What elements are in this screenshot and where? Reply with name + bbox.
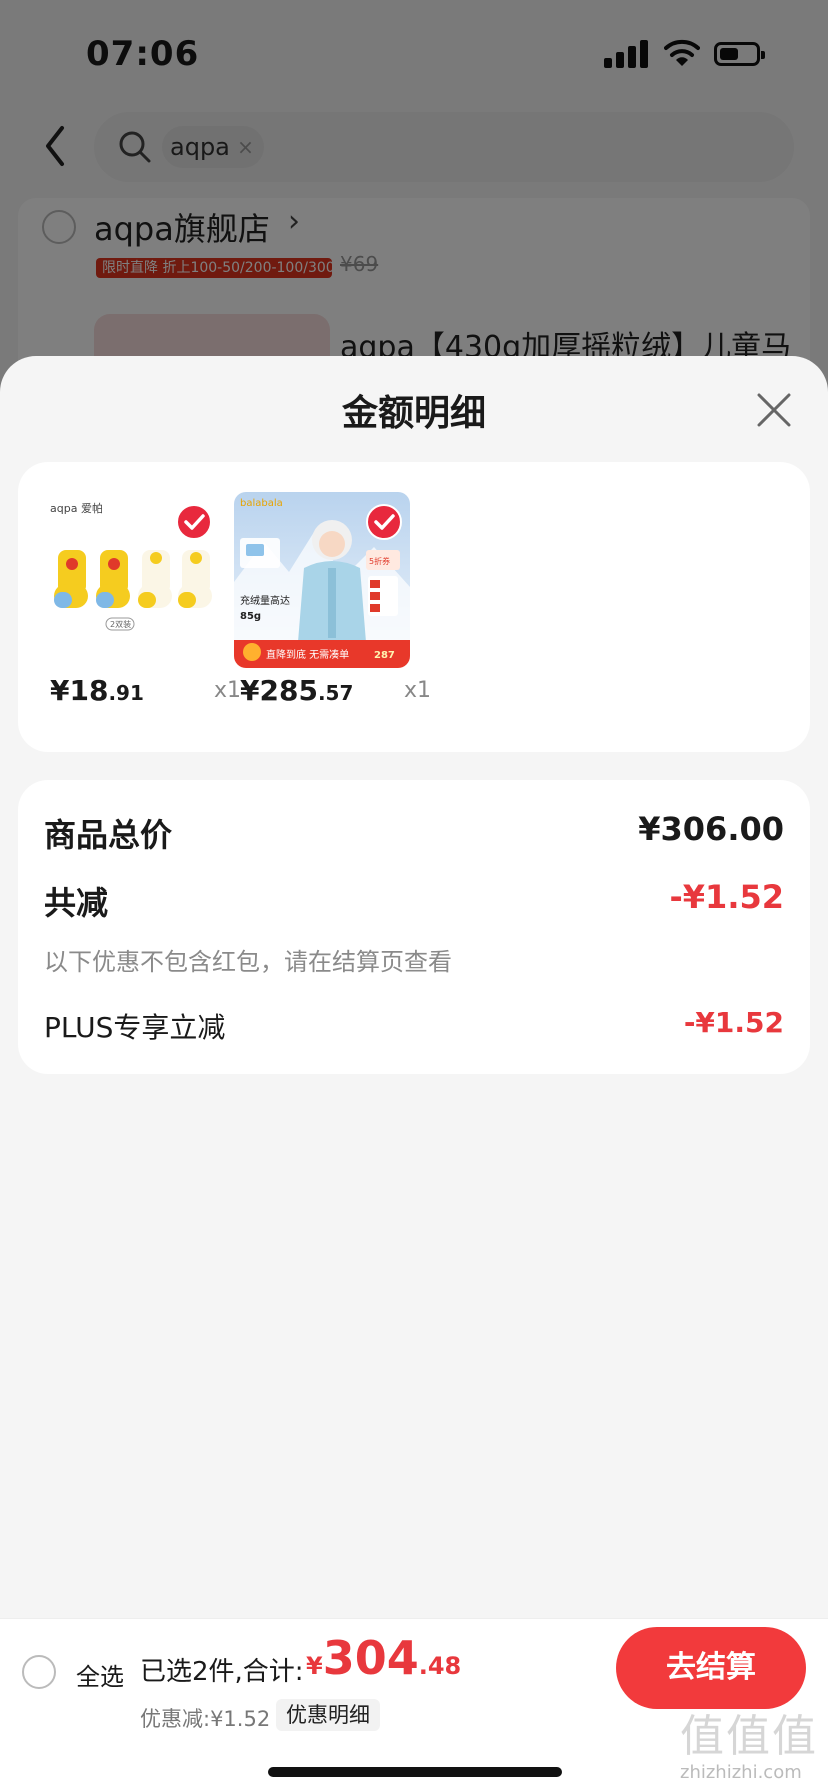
price-symbol: ¥ bbox=[50, 674, 70, 707]
total-integer: 304 bbox=[322, 1631, 419, 1685]
watermark-glyphs: 值值值 bbox=[680, 1711, 818, 1762]
price-integer: 18 bbox=[69, 674, 109, 707]
item-socks[interactable]: aqpa 爱帕 2双装 ¥18.91 x1 bbox=[44, 492, 241, 722]
image-weight: 85g bbox=[240, 611, 261, 622]
item-price: ¥285.57 bbox=[240, 674, 353, 707]
checkout-button[interactable]: 去结算 bbox=[616, 1627, 806, 1709]
select-all-radio[interactable] bbox=[22, 1655, 56, 1689]
total-decimal: .48 bbox=[418, 1652, 462, 1680]
image-price: 287 bbox=[374, 650, 395, 661]
items-card: aqpa 爱帕 2双装 ¥18.91 x1 balabala 充绒量高达 85g… bbox=[18, 462, 810, 752]
select-all-label[interactable]: 全选 bbox=[76, 1657, 124, 1692]
image-banner: 直降到底 无需凑单 bbox=[266, 648, 349, 661]
price-integer: 285 bbox=[259, 674, 318, 707]
sheet-title: 金额明细 bbox=[341, 393, 486, 434]
item-selected-check-icon[interactable] bbox=[176, 504, 212, 540]
discount-badge: 5折券 bbox=[366, 550, 400, 616]
item-price: ¥18.91 bbox=[50, 674, 144, 707]
modal-overlay[interactable] bbox=[0, 0, 828, 380]
total-price-label: 商品总价 bbox=[44, 816, 173, 854]
image-brand-text: balabala bbox=[240, 498, 283, 509]
reduction-value: -¥1.52 bbox=[669, 878, 785, 916]
reduction-note: 以下优惠不包含红包，请在结算页查看 bbox=[44, 948, 452, 976]
total-price-value: ¥306.00 bbox=[638, 810, 784, 848]
sock-yellow-1 bbox=[54, 550, 88, 608]
image-pack-tag: 2双装 bbox=[110, 619, 131, 629]
discount-summary: 优惠减:¥1.52 bbox=[140, 1707, 271, 1731]
discount-detail-button[interactable]: 优惠明细 bbox=[276, 1699, 380, 1731]
price-symbol: ¥ bbox=[240, 674, 260, 707]
image-brand-text: aqpa 爱帕 bbox=[50, 501, 103, 515]
selected-count-text: 已选2件,合计: bbox=[140, 1657, 304, 1687]
image-caption: 充绒量高达 bbox=[240, 594, 290, 607]
item-down-jacket[interactable]: balabala 充绒量高达 85g 5折券 直降到底 无需凑单 287 ¥28… bbox=[234, 492, 431, 722]
price-decimal: .91 bbox=[108, 681, 144, 705]
price-summary-card: 商品总价 ¥306.00 共减 -¥1.52 以下优惠不包含红包，请在结算页查看… bbox=[18, 780, 810, 1074]
price-decimal: .57 bbox=[317, 681, 354, 705]
reduction-label: 共减 bbox=[44, 884, 109, 922]
amount-detail-sheet: 金额明细 aqpa 爱帕 2双装 ¥18.91 x1 balabala 充绒量高… bbox=[0, 356, 828, 1792]
cart-total: ¥304.48 bbox=[306, 1631, 461, 1685]
item-selected-check-icon[interactable] bbox=[366, 504, 402, 540]
total-symbol: ¥ bbox=[306, 1652, 323, 1680]
plus-discount-value: -¥1.52 bbox=[683, 1006, 784, 1039]
item-quantity: x1 bbox=[404, 678, 432, 703]
site-watermark: 值值值 zhizhizhi.com bbox=[680, 1700, 828, 1792]
sock-yellow-2 bbox=[96, 550, 130, 608]
watermark-text: zhizhizhi.com bbox=[680, 1762, 802, 1783]
close-icon[interactable] bbox=[754, 390, 794, 430]
image-badge: 5折券 bbox=[369, 556, 390, 566]
sock-white-1 bbox=[138, 550, 172, 608]
sock-white-2 bbox=[178, 550, 212, 608]
home-indicator[interactable] bbox=[268, 1767, 562, 1777]
plus-discount-label: PLUS专享立减 bbox=[44, 1011, 226, 1044]
